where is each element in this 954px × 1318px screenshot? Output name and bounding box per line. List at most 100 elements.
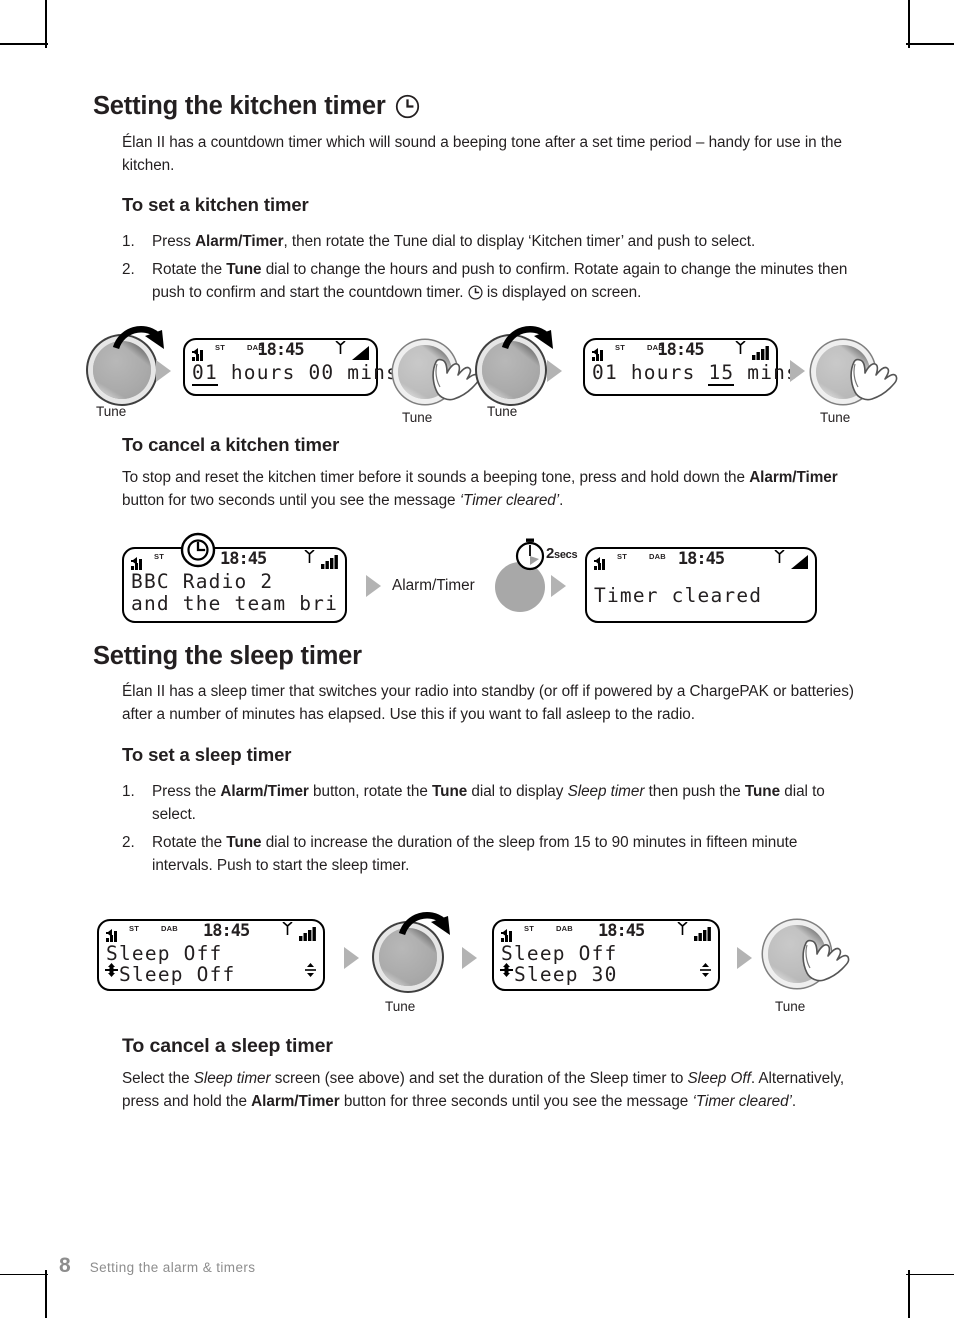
emphasis-bold: Alarm/Timer xyxy=(195,233,284,250)
emphasis-italic: ‘Timer cleared’ xyxy=(692,1092,792,1110)
tune-knob-label-3: Tune xyxy=(487,404,518,419)
lcd-underlined-value: 01 xyxy=(192,361,218,386)
page-title-kitchen-timer: Setting the kitchen timer xyxy=(93,93,420,120)
emphasis-bold: Tune xyxy=(432,783,468,800)
sleep-timer-steps: 1. Press the Alarm/Timer button, rotate t… xyxy=(122,781,858,883)
emphasis-bold: Alarm/Timer xyxy=(251,1092,340,1110)
flow-arrow-3 xyxy=(790,360,805,382)
kitchen-timer-intro: Élan II has a countdown timer which will… xyxy=(122,134,842,174)
step-number: 1. xyxy=(122,233,135,250)
crop-mark-top-right-h xyxy=(906,43,954,45)
crop-mark-bottom-left-v xyxy=(45,1270,47,1318)
lcd-text-line-1: Sleep Off xyxy=(106,942,223,965)
step-number: 2. xyxy=(122,260,135,278)
antenna-icon xyxy=(304,549,315,568)
lcd-display-radio: ST 18:45 BBC Radio 2 and the team bri xyxy=(122,547,347,623)
clock-icon xyxy=(468,285,483,300)
emphasis-italic: ‘Timer cleared’ xyxy=(459,491,560,509)
updown-arrows-left-icon xyxy=(105,963,118,982)
flow-arrow-6 xyxy=(344,947,359,969)
lcd-status-bar: ST DAB 18:45 xyxy=(587,549,815,572)
clock-icon-overlay xyxy=(180,532,216,573)
rotate-arrow-icon-3 xyxy=(398,908,460,955)
tune-knob-label-2: Tune xyxy=(402,410,433,425)
lcd-line-post: hours 00 mins xyxy=(217,361,400,384)
hold-duration-label: 2secs xyxy=(546,545,578,562)
step-text: Rotate the Tune dial to change the hours… xyxy=(152,260,848,301)
flow-arrow-2 xyxy=(547,360,562,382)
sleep-timer-cancel-text: Select the Sleep timer screen (see above… xyxy=(122,1070,845,1110)
lcd-text-line-1: BBC Radio 2 xyxy=(131,570,274,593)
emphasis-italic: Sleep timer xyxy=(193,1070,271,1087)
updown-arrows-right-icon xyxy=(305,963,316,982)
crop-mark-bottom-right-v xyxy=(908,1270,910,1318)
flow-arrow-1 xyxy=(156,360,171,382)
hold-duration-value: 2 xyxy=(546,545,555,562)
signal-strength-icon xyxy=(791,555,808,574)
manual-page: Setting the kitchen timer Élan II has a … xyxy=(0,0,954,1318)
step-text: Press Alarm/Timer, then rotate the Tune … xyxy=(152,233,756,250)
tune-knob-label-4: Tune xyxy=(820,410,851,425)
emphasis-italic: Sleep timer xyxy=(567,783,645,800)
flow-arrow-5 xyxy=(551,575,566,597)
step-text: Press the Alarm/Timer button, rotate the… xyxy=(152,783,825,823)
subheading-cancel-kitchen-timer: To cancel a kitchen timer xyxy=(122,434,340,455)
lcd-text-line-2: and the team bri xyxy=(131,592,339,616)
stereo-indicator: ST xyxy=(129,924,139,933)
sleep-timer-heading-text: Setting the sleep timer xyxy=(93,642,362,670)
crop-mark-bottom-right-h xyxy=(906,1273,954,1275)
flow-arrow-8 xyxy=(737,947,752,969)
crop-mark-bottom-left-h xyxy=(0,1273,48,1275)
tune-knob-label-1: Tune xyxy=(96,404,127,419)
stereo-indicator: ST xyxy=(524,924,534,933)
subheading-set-kitchen-timer: To set a kitchen timer xyxy=(122,194,309,215)
lcd-text-line: 01 hours 00 mins xyxy=(185,361,398,386)
lcd-display-timer-cleared: ST DAB 18:45 Timer cleared xyxy=(585,547,817,623)
emphasis-bold: Alarm/Timer xyxy=(220,783,309,800)
page-title-sleep-timer: Setting the sleep timer xyxy=(93,643,362,670)
antenna-icon xyxy=(677,921,688,940)
emphasis-bold: Tune xyxy=(744,783,781,800)
crop-mark-top-left-v xyxy=(45,0,47,48)
tune-knob-label-5: Tune xyxy=(385,999,416,1014)
crop-mark-top-left-h xyxy=(0,43,48,45)
lcd-status-bar: ST 18:45 xyxy=(124,549,345,572)
lcd-text-line-2: Sleep 30 xyxy=(514,963,618,987)
crop-mark-top-right-v xyxy=(908,0,910,48)
antenna-icon xyxy=(282,921,293,940)
lcd-display-kitchen-1: ST DAB 18:45 01 hours 00 mins xyxy=(183,338,398,396)
list-item: 2. Rotate the Tune dial to increase the d… xyxy=(122,832,858,878)
antenna-icon xyxy=(774,549,785,568)
lcd-status-bar: ST DAB 18:45 xyxy=(99,921,323,944)
tune-knob-label-6: Tune xyxy=(775,999,806,1014)
lcd-clock: 18:45 xyxy=(657,340,704,360)
emphasis-bold: Tune xyxy=(226,260,262,278)
antenna-icon xyxy=(335,340,346,359)
lcd-text-line-1: Timer cleared xyxy=(594,584,763,607)
emphasis-bold: Alarm/Timer xyxy=(749,469,838,486)
lcd-status-bar: ST DAB 18:45 xyxy=(185,340,376,363)
lcd-line-pre: 01 hours xyxy=(592,361,709,384)
lcd-display-sleep-2: ST DAB 18:45 Sleep Off Sleep 30 xyxy=(492,919,720,991)
lcd-text-line: 01 hours 15 mins xyxy=(585,361,798,386)
step-text: Rotate the Tune dial to increase the dur… xyxy=(152,833,798,874)
lcd-status-bar: ST DAB 18:45 xyxy=(585,340,776,363)
page-footer: 8 Setting the alarm & timers xyxy=(59,1254,255,1278)
subheading-cancel-sleep-timer: To cancel a sleep timer xyxy=(122,1035,333,1057)
stopwatch-icon xyxy=(513,538,547,577)
lcd-status-bar: ST DAB 18:45 xyxy=(494,921,718,944)
lcd-text-line-2: Sleep Off xyxy=(119,963,236,987)
lcd-text-line-1: Sleep Off xyxy=(501,942,618,965)
emphasis-bold: Tune xyxy=(226,833,262,851)
antenna-icon xyxy=(735,340,746,359)
emphasis-italic: Sleep Off xyxy=(687,1070,751,1087)
dab-indicator: DAB xyxy=(161,924,178,933)
stereo-indicator: ST xyxy=(154,552,164,561)
footer-section-title: Setting the alarm & timers xyxy=(89,1260,256,1275)
lcd-display-kitchen-2: ST DAB 18:45 01 hours 15 mins xyxy=(583,338,798,396)
page-number: 8 xyxy=(59,1254,71,1277)
sleep-timer-intro: Élan II has a sleep timer that switches … xyxy=(122,683,854,723)
updown-arrows-right-icon xyxy=(700,963,711,982)
kitchen-timer-cancel-text: To stop and reset the kitchen timer befo… xyxy=(122,469,838,509)
clock-icon xyxy=(395,94,420,119)
